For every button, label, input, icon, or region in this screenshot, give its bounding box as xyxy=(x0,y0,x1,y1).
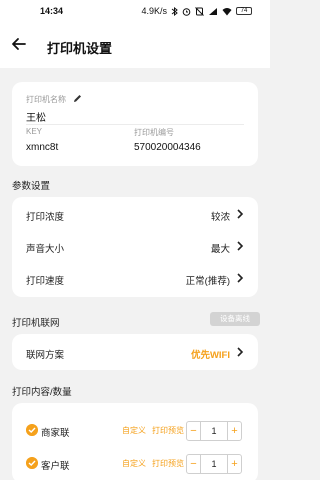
customize-link[interactable]: 自定义 xyxy=(122,458,146,469)
network-section-title: 打印机联网 xyxy=(12,318,60,329)
arrow-left-icon[interactable] xyxy=(10,35,28,53)
decrement-button[interactable]: − xyxy=(187,422,201,440)
row-value: 较浓 xyxy=(210,212,230,223)
decrement-button[interactable]: − xyxy=(187,455,201,473)
copies-section-title: 打印内容/数量 xyxy=(12,387,72,398)
net-speed: 4.9K/s xyxy=(141,6,167,16)
row-sound-volume[interactable]: 声音大小 最大 xyxy=(12,231,258,262)
status-time: 14:34 xyxy=(40,6,64,16)
wifi-icon xyxy=(222,7,232,15)
chevron-right-icon xyxy=(237,273,244,283)
status-badge: 设备离线 xyxy=(210,312,260,326)
app-bar: 打印机设置 xyxy=(0,22,270,68)
bluetooth-icon xyxy=(171,6,178,16)
printer-number-label: 打印机编号 xyxy=(134,128,174,137)
printer-number-value: 570020004346 xyxy=(134,142,201,153)
network-card: 联网方案 优先WIFI xyxy=(12,334,258,370)
printer-name-value[interactable]: 王松 xyxy=(26,109,46,124)
printer-info-card: 打印机名称 王松 KEY xmnc8t 打印机编号 570020004346 xyxy=(12,82,258,166)
chevron-right-icon xyxy=(237,209,244,219)
key-label: KEY xyxy=(26,127,43,136)
params-section-title: 参数设置 xyxy=(12,181,51,192)
preview-link[interactable]: 打印预览 xyxy=(152,458,184,469)
mute-icon xyxy=(195,6,204,16)
row-value: 最大 xyxy=(210,244,230,255)
copy-row-merchant: 商家联 自定义 打印预览 − 1 + xyxy=(12,416,258,446)
pencil-icon[interactable] xyxy=(73,94,82,103)
row-label: 声音大小 xyxy=(26,244,65,255)
increment-button[interactable]: + xyxy=(227,455,241,473)
row-label: 打印速度 xyxy=(26,276,65,287)
checkbox-checked-icon[interactable] xyxy=(26,457,38,469)
preview-link[interactable]: 打印预览 xyxy=(152,425,184,436)
quantity-value[interactable]: 1 xyxy=(201,455,227,473)
copies-card: 商家联 自定义 打印预览 − 1 + 客户联 自定义 打印预览 − 1 + xyxy=(12,403,258,480)
quantity-value[interactable]: 1 xyxy=(201,422,227,440)
checkbox-checked-icon[interactable] xyxy=(26,424,38,436)
quantity-stepper: − 1 + xyxy=(186,454,242,474)
key-value: xmnc8t xyxy=(26,142,59,153)
divider xyxy=(26,124,244,125)
increment-button[interactable]: + xyxy=(227,422,241,440)
battery-icon: 74 xyxy=(236,7,252,15)
quantity-stepper: − 1 + xyxy=(186,421,242,441)
row-network-mode[interactable]: 联网方案 优先WIFI xyxy=(12,337,258,368)
printer-name-label: 打印机名称 xyxy=(26,95,66,104)
signal-icon xyxy=(209,7,217,15)
row-label: 联网方案 xyxy=(26,350,65,361)
copy-label: 商家联 xyxy=(41,428,70,439)
alarm-icon xyxy=(182,7,191,16)
copy-row-customer: 客户联 自定义 打印预览 − 1 + xyxy=(12,449,258,479)
page-title: 打印机设置 xyxy=(47,41,113,56)
status-bar: 14:34 4.9K/s 74 xyxy=(0,0,270,22)
row-label: 打印浓度 xyxy=(26,212,65,223)
row-value: 正常(推荐) xyxy=(185,276,230,287)
chevron-right-icon xyxy=(237,241,244,251)
row-print-speed[interactable]: 打印速度 正常(推荐) xyxy=(12,263,258,294)
customize-link[interactable]: 自定义 xyxy=(122,425,146,436)
copy-label: 客户联 xyxy=(41,461,70,472)
status-icons: 4.9K/s 74 xyxy=(141,6,252,16)
chevron-right-icon xyxy=(237,347,244,357)
params-card: 打印浓度 较浓 声音大小 最大 打印速度 正常(推荐) xyxy=(12,197,258,297)
row-print-density[interactable]: 打印浓度 较浓 xyxy=(12,199,258,230)
row-value: 优先WIFI xyxy=(190,350,230,361)
